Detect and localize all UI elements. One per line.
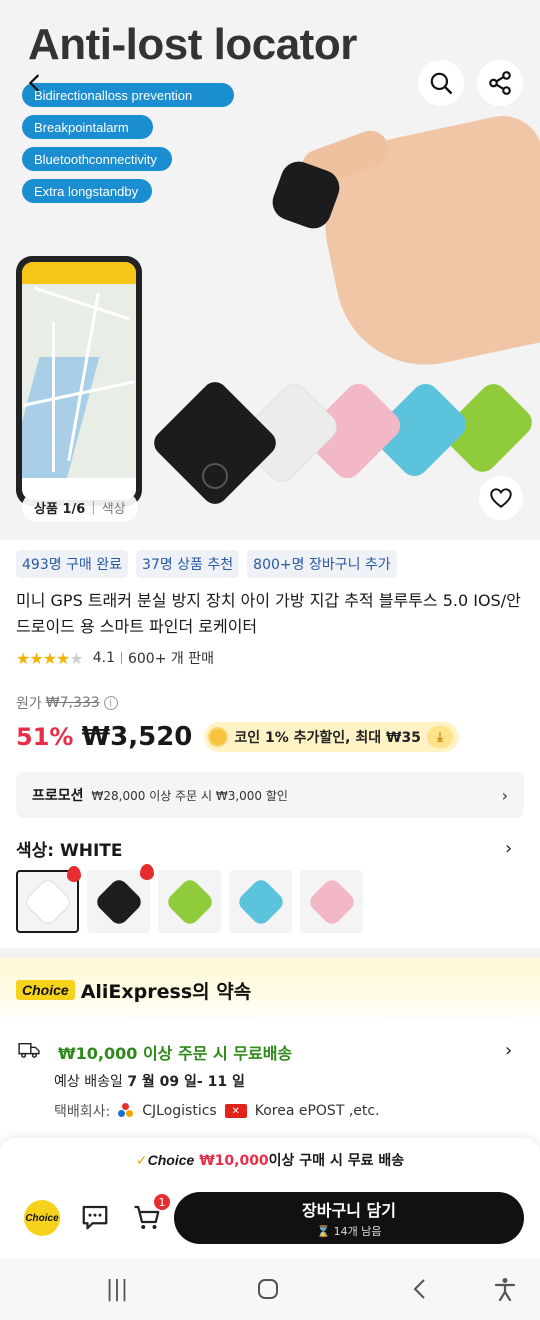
section-divider — [0, 948, 540, 958]
bottom-free-shipping-promo: ✓Choice ₩10,000이상 구매 시 무료 배송 — [0, 1150, 540, 1170]
blue-chip — [235, 876, 286, 927]
swatch-white[interactable] — [16, 866, 81, 933]
purchased-badge: 493명 구매 완료 — [16, 550, 129, 578]
hourglass-icon: ⌛ — [316, 1225, 331, 1238]
add-to-cart-label: 장바구니 담기 — [302, 1201, 396, 1220]
discount-percent: 51% — [16, 723, 74, 751]
accessibility-icon[interactable] — [490, 1276, 520, 1302]
image-tab-color[interactable]: 색상 — [102, 498, 126, 517]
coin-discount-pill[interactable]: 코인 1% 추가할인, 최대 ₩35 ⤓ — [204, 722, 459, 752]
checkmark-icon: ✓ — [135, 1153, 148, 1169]
share-button[interactable] — [477, 60, 523, 106]
carrier-kpost: Korea ePOST ,etc. — [254, 1103, 380, 1119]
choice-logo: Choice — [16, 980, 75, 1000]
hero-headline: Anti-lost locator — [28, 20, 357, 69]
share-icon — [489, 71, 511, 95]
delivery-prefix: 예상 배송일 — [54, 1074, 128, 1090]
color-options-chevron-icon[interactable]: › — [505, 838, 512, 859]
bottom-choice-word: Choice — [147, 1152, 195, 1168]
cj-logistics-icon — [118, 1103, 134, 1119]
heart-icon — [490, 488, 512, 508]
original-price-value: ₩7,333 — [45, 695, 100, 711]
tag-button-image — [202, 463, 228, 489]
feature-pill-4: Extra longstandby — [22, 179, 152, 203]
rating-divider — [120, 652, 122, 664]
system-navigation-bar: ||| — [0, 1258, 540, 1320]
shipping-chevron-icon[interactable]: › — [505, 1040, 512, 1061]
stock-remaining-text: 14개 남음 — [333, 1225, 382, 1238]
choice-title: AliExpress의 약속 — [80, 980, 252, 1003]
estimated-delivery: 예상 배송일 7 월 09 일- 11 일 — [54, 1071, 245, 1091]
white-chip — [22, 876, 73, 927]
phone-mockup-image — [16, 256, 142, 506]
download-coupon-icon[interactable]: ⤓ — [426, 726, 453, 748]
choice-store-button[interactable]: Choice — [24, 1200, 60, 1236]
color-swatches — [16, 864, 363, 933]
star-rating-icon: ★★★★★ — [16, 648, 84, 668]
bottom-promo-rest: 이상 구매 시 무료 배송 — [268, 1153, 405, 1169]
rating-row[interactable]: ★★★★★ 4.1 600+ 개 판매 — [16, 648, 214, 668]
green-chip — [164, 876, 215, 927]
promotion-banner[interactable]: 프로모션 ₩28,000 이상 주문 시 ₩3,000 할인 › — [16, 772, 524, 818]
promotion-label: 프로모션 — [32, 788, 84, 804]
back-button[interactable] — [12, 60, 58, 106]
swatch-pink[interactable] — [300, 870, 363, 933]
cart-added-badge: 800+명 장바구니 추가 — [247, 550, 397, 578]
info-icon[interactable]: i — [103, 696, 118, 710]
carrier-cj: CJLogistics — [142, 1103, 217, 1119]
recommended-badge: 37명 상품 추천 — [136, 550, 240, 578]
product-title: 미니 GPS 트래커 분실 방지 장치 아이 가방 지갑 추적 블루투스 5.0… — [16, 591, 521, 636]
free-shipping-text[interactable]: ₩10,000 이상 주문 시 무료배송 — [58, 1040, 292, 1064]
coin-icon — [208, 727, 229, 747]
black-tag-image — [148, 376, 282, 510]
stock-remaining: ⌛ 14개 남음 — [316, 1223, 381, 1239]
hot-flame-icon — [67, 866, 81, 882]
sold-count: 600+ 개 판매 — [127, 651, 214, 667]
coin-discount-text: 코인 1% 추가할인, 최대 ₩35 — [234, 730, 421, 746]
choice-promise-header: Choice AliExpress의 약속 — [0, 958, 540, 1022]
delivery-truck-icon — [18, 1042, 40, 1058]
rating-value: 4.1 — [92, 650, 115, 666]
bottom-promo-amount: ₩10,000 — [199, 1153, 269, 1169]
social-proof-badges: 493명 구매 완료 37명 상품 추천 800+명 장바구니 추가 — [16, 550, 397, 578]
back-arrow-icon — [28, 74, 39, 92]
cart-count-badge: 1 — [153, 1193, 171, 1211]
color-option-label: 색상: WHITE — [16, 841, 123, 861]
carrier-label: 택배회사: — [54, 1104, 111, 1120]
chevron-right-icon: › — [501, 785, 508, 805]
promotion-text: ₩28,000 이상 주문 시 ₩3,000 할인 — [91, 788, 288, 803]
swatch-green[interactable] — [158, 870, 221, 933]
original-price-label: 원가 — [16, 696, 42, 712]
home-icon[interactable] — [253, 1276, 283, 1302]
feature-pill-3: Bluetoothconnectivity — [22, 147, 172, 171]
image-counter[interactable]: 상품 1/6 | 색상 — [22, 492, 138, 522]
black-chip — [93, 876, 144, 927]
add-to-cart-button[interactable]: 장바구니 담기 ⌛ 14개 남음 — [174, 1192, 524, 1244]
swatch-black[interactable] — [87, 864, 154, 933]
feature-pill-2: Breakpointalarm — [22, 115, 153, 139]
original-price: 원가 ₩7,333 i — [16, 693, 118, 713]
current-price: ₩3,520 — [81, 722, 193, 752]
delivery-date: 7 월 09 일- 11 일 — [127, 1074, 245, 1090]
message-icon[interactable] — [80, 1202, 110, 1232]
search-icon — [430, 72, 452, 94]
korea-post-icon: ✕ — [224, 1104, 247, 1118]
image-counter-label: 상품 1/6 — [34, 501, 86, 517]
counter-divider: | — [91, 499, 96, 515]
product-image-gallery[interactable]: Anti-lost locator Bidirectionalloss prev… — [0, 0, 540, 540]
back-nav-icon[interactable] — [405, 1276, 435, 1302]
swatch-blue[interactable] — [229, 870, 292, 933]
recent-apps-icon[interactable]: ||| — [102, 1276, 132, 1302]
carrier-row: 택배회사: CJLogistics ✕ Korea ePOST ,etc. — [54, 1101, 380, 1121]
hot-flame-icon — [140, 864, 154, 880]
wishlist-button[interactable] — [479, 476, 523, 520]
pink-chip — [306, 876, 357, 927]
price-row: 51% ₩3,520 코인 1% 추가할인, 최대 ₩35 ⤓ — [16, 722, 459, 752]
search-button[interactable] — [418, 60, 464, 106]
